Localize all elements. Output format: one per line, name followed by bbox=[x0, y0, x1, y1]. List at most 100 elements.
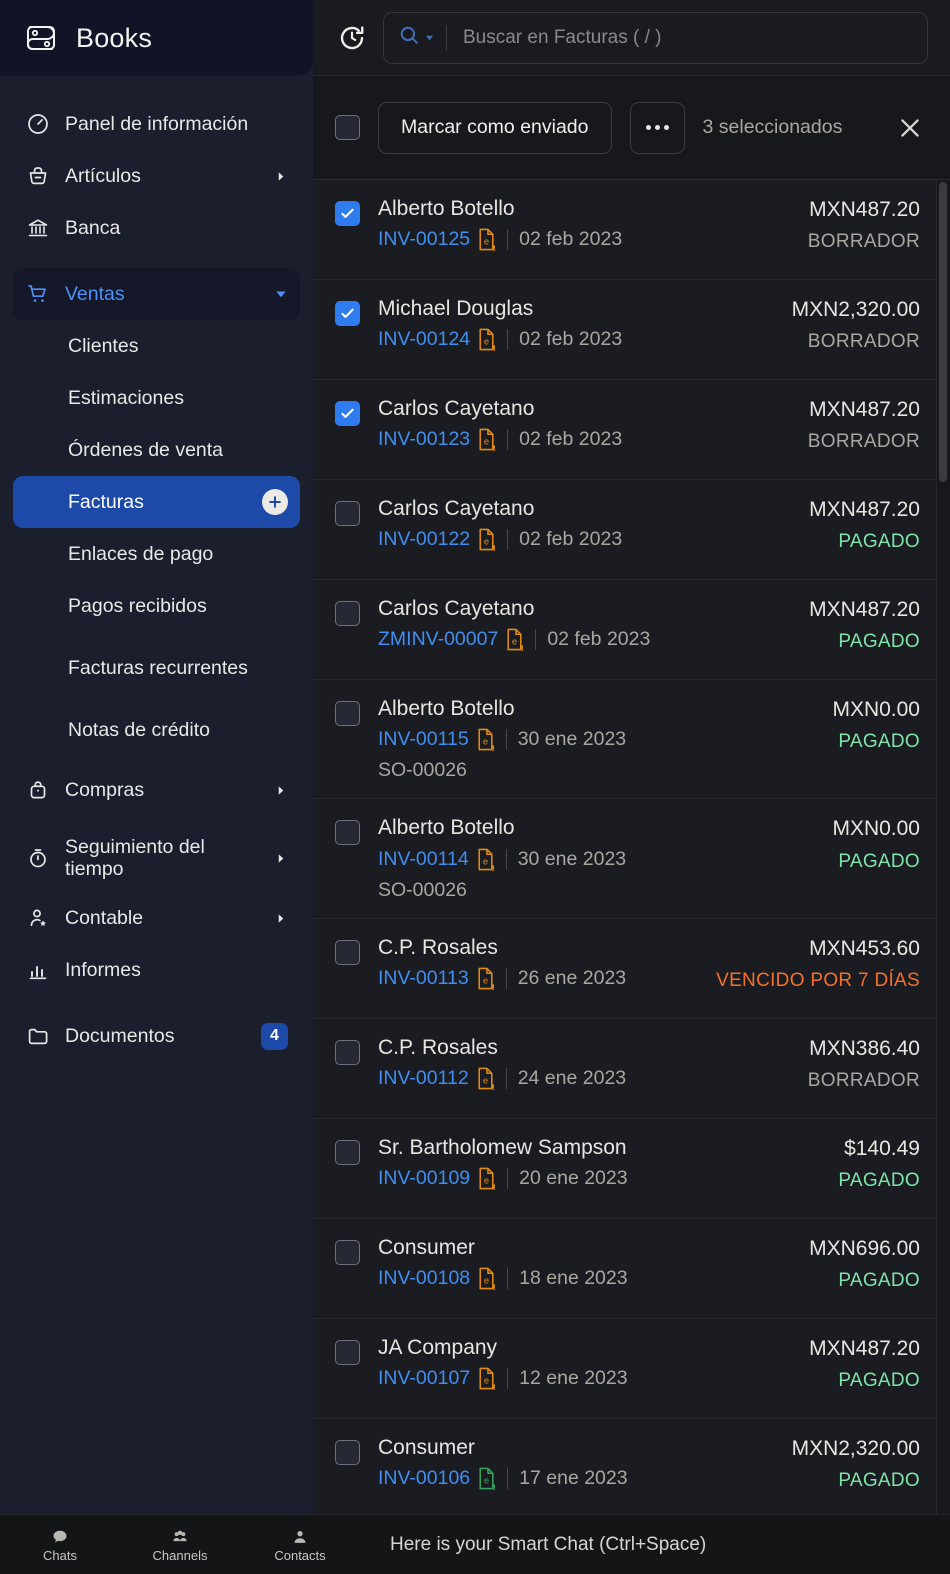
bottom-tab-channels[interactable]: Channels bbox=[120, 1515, 240, 1574]
invoice-number-link[interactable]: INV-00114 bbox=[378, 848, 469, 871]
row-checkbox[interactable] bbox=[335, 401, 360, 426]
row-checkbox[interactable] bbox=[335, 601, 360, 626]
sidebar-item-estimaciones[interactable]: Estimaciones bbox=[13, 372, 300, 424]
row-checkbox[interactable] bbox=[335, 1439, 360, 1465]
selected-count-label: 3 seleccionados bbox=[702, 116, 843, 138]
invoice-number-link[interactable]: INV-00124 bbox=[378, 328, 470, 351]
bottom-tab-label: Channels bbox=[152, 1547, 208, 1563]
row-amount-status: MXN2,320.00 PAGADO bbox=[792, 1435, 920, 1492]
invoice-number-link[interactable]: ZMINV-00007 bbox=[378, 628, 498, 651]
sidebar-item-facturas[interactable]: Facturas bbox=[13, 476, 300, 528]
invoice-list[interactable]: Alberto Botello INV-00125 e 02 feb 2023 MXN4… bbox=[313, 180, 950, 1574]
invoice-number-link[interactable]: INV-00107 bbox=[378, 1367, 470, 1390]
row-checkbox[interactable] bbox=[335, 1239, 360, 1265]
invoice-number-link[interactable]: INV-00108 bbox=[378, 1267, 470, 1290]
sidebar-item-articulos[interactable]: Artículos bbox=[13, 150, 300, 202]
search-scope-selector[interactable] bbox=[398, 24, 447, 51]
row-checkbox[interactable] bbox=[335, 1339, 360, 1365]
channels-group-icon bbox=[173, 1530, 187, 1541]
sidebar-item-facturas-recurrentes[interactable]: Facturas recurrentes bbox=[13, 632, 300, 704]
history-clock-icon[interactable] bbox=[335, 21, 369, 55]
bottom-tab-chats[interactable]: Chats bbox=[0, 1515, 120, 1574]
brand-header[interactable]: Books bbox=[0, 0, 313, 76]
sidebar-item-enlaces-de-pago[interactable]: Enlaces de pago bbox=[13, 528, 300, 580]
invoice-number-link[interactable]: INV-00123 bbox=[378, 428, 470, 451]
select-all-checkbox[interactable] bbox=[335, 115, 360, 140]
sidebar-item-seguimiento-del-tiempo[interactable]: Seguimiento del tiempo bbox=[13, 824, 300, 892]
table-row[interactable]: Carlos Cayetano INV-00123 e 02 feb 2023 MXN4… bbox=[313, 380, 950, 480]
sidebar-item-contable[interactable]: Contable bbox=[13, 892, 300, 944]
invoice-number-link[interactable]: INV-00113 bbox=[378, 967, 469, 990]
table-row[interactable]: C.P. Rosales INV-00112 e 24 ene 2023 MXN386.… bbox=[313, 1018, 950, 1119]
table-row[interactable]: Carlos Cayetano INV-00122 e 02 feb 2023 MXN4… bbox=[313, 480, 950, 580]
scrollbar-thumb[interactable] bbox=[939, 182, 947, 482]
row-checkbox[interactable] bbox=[335, 1039, 360, 1065]
close-selection-button[interactable] bbox=[892, 110, 928, 146]
meta-divider bbox=[507, 1467, 509, 1489]
basket-icon bbox=[25, 164, 50, 189]
bottom-tab-contacts[interactable]: Contacts bbox=[240, 1515, 360, 1574]
sidebar-item-banca[interactable]: Banca bbox=[13, 202, 300, 254]
table-row[interactable]: Alberto Botello INV-00114 e 30 ene 2023 SO-0… bbox=[313, 799, 950, 919]
search-input[interactable] bbox=[447, 26, 913, 49]
row-checkbox[interactable] bbox=[335, 1139, 360, 1165]
table-row[interactable]: Consumer INV-00108 e 18 ene 2023 MXN696.00 PA… bbox=[313, 1218, 950, 1319]
sidebar-group-ventas[interactable]: Ventas bbox=[13, 268, 300, 320]
invoice-number-link[interactable]: INV-00109 bbox=[378, 1167, 470, 1190]
list-scrollbar[interactable] bbox=[936, 180, 950, 1574]
sidebar-item-informes[interactable]: Informes bbox=[13, 944, 300, 996]
mark-as-sent-button[interactable]: Marcar como enviado bbox=[378, 101, 612, 154]
customer-name: Carlos Cayetano bbox=[378, 597, 535, 620]
svg-text:e: e bbox=[484, 1474, 489, 1485]
sidebar-item-label: Seguimiento del tiempo bbox=[65, 835, 205, 880]
sidebar-item-notas-de-credito[interactable]: Notas de crédito bbox=[13, 704, 300, 756]
row-details: Alberto Botello INV-00125 e 02 feb 2023 bbox=[378, 196, 790, 252]
meta-divider bbox=[507, 229, 509, 251]
e-invoice-orange-icon: e bbox=[477, 1167, 496, 1190]
invoice-date: 17 ene 2023 bbox=[519, 1466, 628, 1489]
invoice-number-link[interactable]: INV-00122 bbox=[378, 528, 470, 551]
invoice-number-link[interactable]: INV-00115 bbox=[378, 728, 469, 751]
row-amount-status: MXN0.00 PAGADO bbox=[832, 696, 920, 753]
row-checkbox[interactable] bbox=[335, 201, 360, 226]
table-row[interactable]: Alberto Botello INV-00125 e 02 feb 2023 MXN4… bbox=[313, 180, 950, 280]
invoice-number-link[interactable]: INV-00112 bbox=[378, 1067, 469, 1090]
row-checkbox[interactable] bbox=[335, 501, 360, 526]
sidebar-item-dashboard[interactable]: Panel de información bbox=[13, 98, 300, 150]
meta-divider bbox=[507, 529, 509, 551]
invoice-date: 24 ene 2023 bbox=[517, 1066, 627, 1089]
invoice-date: 12 ene 2023 bbox=[519, 1366, 628, 1389]
customer-name: Sr. Bartholomew Sampson bbox=[378, 1135, 627, 1159]
sidebar-item-compras[interactable]: Compras bbox=[13, 764, 300, 816]
row-checkbox[interactable] bbox=[335, 301, 360, 326]
status-badge: BORRADOR bbox=[807, 431, 920, 453]
ellipsis-icon bbox=[654, 125, 660, 130]
row-checkbox[interactable] bbox=[335, 820, 360, 846]
invoice-number-link[interactable]: INV-00106 bbox=[378, 1467, 470, 1490]
sidebar-item-documentos[interactable]: Documentos 4 bbox=[13, 1010, 300, 1062]
row-checkbox[interactable] bbox=[335, 701, 360, 726]
table-row[interactable]: JA Company INV-00107 e 12 ene 2023 MXN487.20… bbox=[313, 1318, 950, 1419]
invoice-number-link[interactable]: INV-00125 bbox=[378, 228, 470, 251]
row-checkbox[interactable] bbox=[335, 939, 360, 965]
more-actions-button[interactable] bbox=[629, 101, 685, 154]
search-bar[interactable] bbox=[383, 11, 928, 64]
plus-circle-icon[interactable] bbox=[262, 489, 288, 515]
table-row[interactable]: Sr. Bartholomew Sampson INV-00109 e 20 ene … bbox=[313, 1118, 950, 1219]
table-row[interactable]: C.P. Rosales INV-00113 e 26 ene 2023 MXN453.… bbox=[313, 918, 950, 1019]
table-row[interactable]: Consumer INV-00106 e 17 ene 2023 MXN2,320.00… bbox=[313, 1418, 950, 1519]
svg-text:e: e bbox=[483, 974, 488, 985]
table-row[interactable]: Carlos Cayetano ZMINV-00007 e 02 feb 2023 MX… bbox=[313, 580, 950, 680]
sidebar-item-clientes[interactable]: Clientes bbox=[13, 320, 300, 372]
row-meta: INV-00109 e 20 ene 2023 bbox=[378, 1167, 820, 1190]
invoice-date: 30 ene 2023 bbox=[517, 847, 627, 870]
row-amount-status: MXN487.20 PAGADO bbox=[809, 596, 920, 653]
table-row[interactable]: Michael Douglas INV-00124 e 02 feb 2023 MXN2… bbox=[313, 280, 950, 380]
books-logo-icon bbox=[24, 19, 62, 57]
row-meta: INV-00107 e 12 ene 2023 bbox=[378, 1367, 791, 1390]
table-row[interactable]: Alberto Botello INV-00115 e 30 ene 2023 SO-0… bbox=[313, 680, 950, 800]
sidebar-item-ordenes-de-venta[interactable]: Órdenes de venta bbox=[13, 424, 300, 476]
sidebar-item-pagos-recibidos[interactable]: Pagos recibidos bbox=[13, 580, 300, 632]
row-details: Consumer INV-00108 e 18 ene 2023 bbox=[378, 1235, 791, 1290]
row-meta: INV-00124 e 02 feb 2023 bbox=[378, 328, 774, 352]
